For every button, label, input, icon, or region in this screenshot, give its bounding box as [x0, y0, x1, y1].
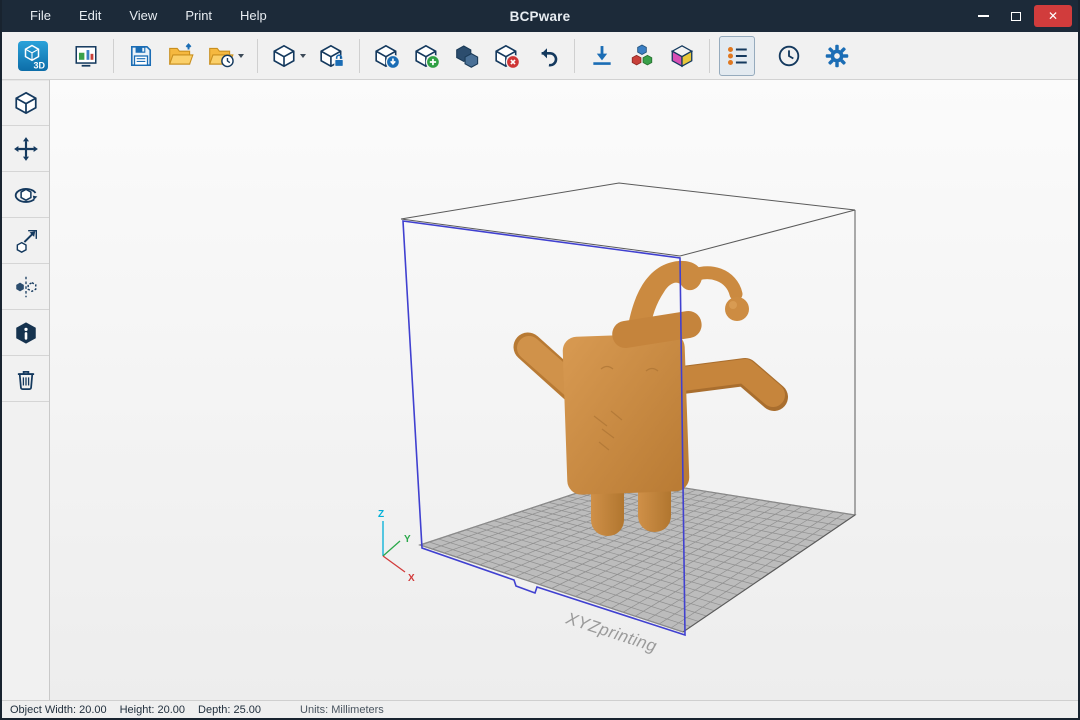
open-folder-icon: [167, 43, 195, 69]
recent-folder-clock-icon: [207, 43, 235, 69]
menu-print[interactable]: Print: [171, 0, 226, 32]
model-body: [562, 333, 689, 495]
tool-sidebar: [2, 80, 50, 700]
status-depth: Depth: 25.00: [198, 704, 261, 716]
rotate-cube-icon: [13, 182, 39, 208]
undo-icon: [534, 43, 560, 69]
chevron-down-icon: [300, 54, 306, 58]
import-model-button[interactable]: [369, 36, 405, 76]
titlebar: File Edit View Print Help BCPware ✕: [2, 0, 1078, 32]
axis-indicator: Z Y X: [378, 509, 415, 584]
maximize-button[interactable]: [1001, 5, 1031, 27]
gear-icon: [824, 43, 850, 69]
status-units: Units: Millimeters: [300, 704, 384, 716]
app-window: File Edit View Print Help BCPware ✕ 3D: [0, 0, 1080, 720]
move-arrows-icon: [13, 136, 39, 162]
print-time-button[interactable]: [771, 36, 807, 76]
menu-file[interactable]: File: [16, 0, 65, 32]
toolbar-separator: [359, 39, 360, 73]
export-down-arrow-icon: [589, 43, 615, 69]
viewport-3d[interactable]: Z Y X XYZprinting: [50, 80, 1078, 700]
close-button[interactable]: ✕: [1034, 5, 1072, 27]
open-file-button[interactable]: [163, 36, 199, 76]
scale-cube-icon: [13, 228, 39, 254]
import-cube-icon: [374, 43, 400, 69]
undo-button[interactable]: [529, 36, 565, 76]
export-model-button[interactable]: [584, 36, 620, 76]
view-cube-icon: [13, 90, 39, 116]
scale-tool-button[interactable]: [2, 218, 49, 264]
clock-icon: [776, 43, 802, 69]
paint-cube-icon: [669, 43, 695, 69]
object-list-icon: [724, 43, 750, 69]
remove-model-button[interactable]: [489, 36, 525, 76]
menu-view[interactable]: View: [115, 0, 171, 32]
lock-cube-icon: [319, 43, 345, 69]
print-bed: [420, 478, 855, 632]
toolbar-separator: [709, 39, 710, 73]
multicolor-cubes-icon: [629, 43, 655, 69]
slicer-preview-icon: [73, 43, 99, 69]
maximize-icon: [1011, 12, 1021, 21]
view-tool-button[interactable]: [2, 80, 49, 126]
app-logo-3d-icon: 3D: [18, 41, 48, 71]
chevron-down-icon: [238, 54, 244, 58]
save-icon: [128, 43, 154, 69]
menubar: File Edit View Print Help: [16, 0, 281, 32]
object-list-button[interactable]: [719, 36, 755, 76]
move-tool-button[interactable]: [2, 126, 49, 172]
minimize-icon: [978, 15, 989, 17]
mirror-tool-button[interactable]: [2, 264, 49, 310]
svg-text:3D: 3D: [33, 60, 45, 70]
rotate-tool-button[interactable]: [2, 172, 49, 218]
multicolor-models-button[interactable]: [624, 36, 660, 76]
info-tool-button[interactable]: [2, 310, 49, 356]
model-figure[interactable]: [528, 261, 774, 536]
mirror-cubes-icon: [13, 274, 39, 300]
toolbar-separator: [113, 39, 114, 73]
clone-cubes-icon: [454, 43, 480, 69]
settings-button[interactable]: [819, 36, 855, 76]
axis-y-label: Y: [404, 534, 411, 545]
slicer-preview-button[interactable]: [68, 36, 104, 76]
main-area: Z Y X XYZprinting: [2, 80, 1078, 700]
close-icon: ✕: [1048, 9, 1058, 23]
toolbar-separator: [257, 39, 258, 73]
view-cube-icon: [271, 43, 297, 69]
window-title: BCPware: [510, 9, 571, 24]
menu-help[interactable]: Help: [226, 0, 281, 32]
delete-tool-button[interactable]: [2, 356, 49, 402]
remove-cube-icon: [494, 43, 520, 69]
lock-cube-button[interactable]: [314, 36, 350, 76]
trash-icon: [13, 366, 39, 392]
statusbar: Object Width: 20.00 Height: 20.00 Depth:…: [2, 700, 1078, 718]
clone-model-button[interactable]: [449, 36, 485, 76]
status-object-width: Object Width: 20.00: [10, 704, 107, 716]
save-button[interactable]: [123, 36, 159, 76]
add-model-button[interactable]: [409, 36, 445, 76]
toolbar: 3D: [2, 32, 1078, 80]
window-controls: ✕: [968, 5, 1078, 27]
minimize-button[interactable]: [968, 5, 998, 27]
open-recent-button[interactable]: [203, 36, 248, 76]
paint-model-button[interactable]: [664, 36, 700, 76]
status-height: Height: 20.00: [120, 704, 185, 716]
info-cube-icon: [13, 320, 39, 346]
add-cube-icon: [414, 43, 440, 69]
view-mode-button[interactable]: [267, 36, 310, 76]
toolbar-separator: [574, 39, 575, 73]
axis-z-label: Z: [378, 509, 384, 520]
app-logo-button[interactable]: 3D: [14, 36, 52, 76]
menu-edit[interactable]: Edit: [65, 0, 115, 32]
axis-x-label: X: [408, 573, 415, 584]
